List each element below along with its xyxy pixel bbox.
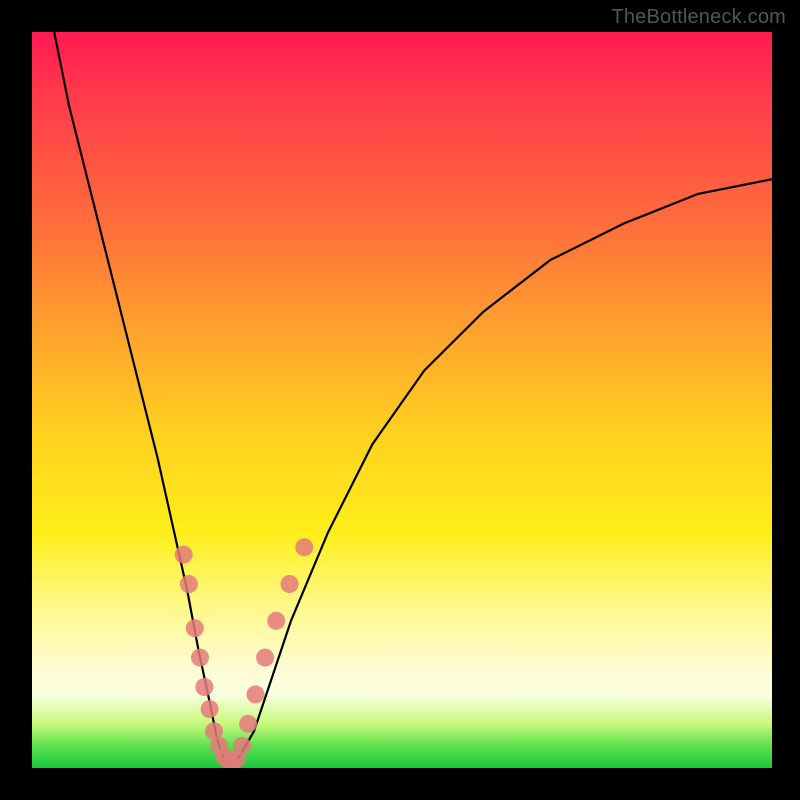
marker-dot [239, 715, 257, 733]
plot-area [32, 32, 772, 768]
curve-layer [32, 32, 772, 768]
marker-dot [195, 678, 213, 696]
marker-dots [175, 538, 314, 768]
marker-dot [201, 700, 219, 718]
marker-dot [180, 575, 198, 593]
marker-dot [186, 619, 204, 637]
marker-dot [175, 546, 193, 564]
bottleneck-curve [54, 32, 772, 764]
marker-dot [281, 575, 299, 593]
marker-dot [256, 649, 274, 667]
marker-dot [233, 737, 251, 755]
watermark-text: TheBottleneck.com [611, 6, 786, 29]
marker-dot [191, 649, 209, 667]
marker-dot [267, 612, 285, 630]
chart-frame: TheBottleneck.com [0, 0, 800, 800]
marker-dot [247, 685, 265, 703]
marker-dot [295, 538, 313, 556]
